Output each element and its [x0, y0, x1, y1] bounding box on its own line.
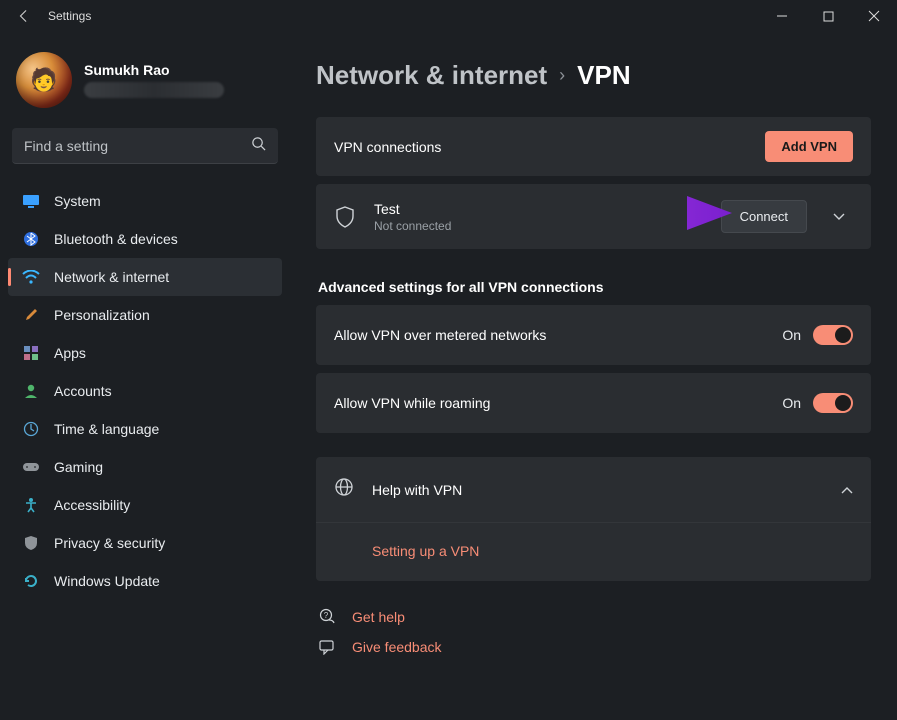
- toggle-metered-row: Allow VPN over metered networks On: [316, 305, 871, 365]
- main-content: Network & internet › VPN VPN connections…: [290, 32, 897, 720]
- sidebar-item-label: Accessibility: [54, 497, 130, 513]
- help-header[interactable]: Help with VPN: [316, 457, 871, 522]
- wifi-icon: [22, 268, 40, 286]
- profile-block[interactable]: 🧑 Sumukh Rao: [8, 42, 282, 124]
- sidebar-item-network[interactable]: Network & internet: [8, 258, 282, 296]
- sidebar-item-accounts[interactable]: Accounts: [8, 372, 282, 410]
- toggle-metered[interactable]: [813, 325, 853, 345]
- nav-list: System Bluetooth & devices Network & int…: [8, 182, 282, 600]
- close-button[interactable]: [851, 0, 897, 32]
- vpn-status: Not connected: [374, 219, 703, 233]
- give-feedback-label: Give feedback: [352, 639, 442, 655]
- shield-icon: [334, 206, 356, 228]
- gamepad-icon: [22, 458, 40, 476]
- connect-button[interactable]: Connect: [721, 200, 807, 233]
- sidebar-item-label: Time & language: [54, 421, 159, 437]
- sidebar-item-apps[interactable]: Apps: [8, 334, 282, 372]
- maximize-icon: [823, 11, 834, 22]
- minimize-button[interactable]: [759, 0, 805, 32]
- window-controls: [759, 0, 897, 32]
- accessibility-icon: [22, 496, 40, 514]
- footer-links: ? Get help Give feedback: [316, 601, 871, 662]
- chevron-down-icon: [833, 213, 845, 221]
- chevron-up-icon: [841, 486, 853, 494]
- shield-small-icon: [22, 534, 40, 552]
- collapse-help-button[interactable]: [841, 481, 853, 499]
- toggle-label: Allow VPN while roaming: [334, 395, 782, 411]
- sidebar-item-privacy[interactable]: Privacy & security: [8, 524, 282, 562]
- sidebar-item-windows-update[interactable]: Windows Update: [8, 562, 282, 600]
- window-title: Settings: [48, 9, 91, 23]
- sidebar: 🧑 Sumukh Rao Find a setting System Bluet…: [0, 32, 290, 720]
- paintbrush-icon: [22, 306, 40, 324]
- breadcrumb-parent[interactable]: Network & internet: [316, 60, 547, 91]
- help-title: Help with VPN: [372, 482, 823, 498]
- profile-email-blur: [84, 82, 224, 98]
- vpn-item-row: Test Not connected Connect: [316, 184, 871, 249]
- person-icon: [22, 382, 40, 400]
- sidebar-item-gaming[interactable]: Gaming: [8, 448, 282, 486]
- toggle-state: On: [782, 327, 801, 343]
- sidebar-item-system[interactable]: System: [8, 182, 282, 220]
- expand-vpn-button[interactable]: [825, 209, 853, 224]
- add-vpn-button[interactable]: Add VPN: [765, 131, 853, 162]
- search-placeholder: Find a setting: [24, 138, 251, 154]
- sidebar-item-label: Privacy & security: [54, 535, 165, 551]
- toggle-roaming[interactable]: [813, 393, 853, 413]
- apps-icon: [22, 344, 40, 362]
- toggle-label: Allow VPN over metered networks: [334, 327, 782, 343]
- search-icon: [251, 136, 266, 155]
- arrow-left-icon: [17, 9, 31, 23]
- toggle-state: On: [782, 395, 801, 411]
- vpn-connections-card: VPN connections Add VPN: [316, 117, 871, 176]
- sidebar-item-time-language[interactable]: Time & language: [8, 410, 282, 448]
- update-icon: [22, 572, 40, 590]
- minimize-icon: [776, 10, 788, 22]
- breadcrumb: Network & internet › VPN: [316, 60, 871, 91]
- get-help-label: Get help: [352, 609, 405, 625]
- give-feedback-link[interactable]: Give feedback: [318, 632, 871, 662]
- globe-help-icon: [334, 477, 354, 502]
- sidebar-item-label: Network & internet: [54, 269, 169, 285]
- sidebar-item-label: Accounts: [54, 383, 112, 399]
- bluetooth-icon: [22, 230, 40, 248]
- sidebar-item-label: Personalization: [54, 307, 150, 323]
- sidebar-item-label: System: [54, 193, 101, 209]
- feedback-icon: [318, 640, 336, 655]
- advanced-heading: Advanced settings for all VPN connection…: [318, 279, 871, 295]
- chevron-right-icon: ›: [559, 65, 565, 86]
- sidebar-item-label: Bluetooth & devices: [54, 231, 178, 247]
- title-bar: Settings: [0, 0, 897, 32]
- sidebar-item-label: Gaming: [54, 459, 103, 475]
- get-help-link[interactable]: ? Get help: [318, 601, 871, 632]
- sidebar-item-label: Windows Update: [54, 573, 160, 589]
- sidebar-item-label: Apps: [54, 345, 86, 361]
- help-link-setting-up[interactable]: Setting up a VPN: [372, 543, 479, 559]
- search-input[interactable]: Find a setting: [12, 128, 278, 164]
- profile-name: Sumukh Rao: [84, 62, 224, 78]
- svg-text:?: ?: [323, 611, 328, 620]
- sidebar-item-bluetooth[interactable]: Bluetooth & devices: [8, 220, 282, 258]
- sidebar-item-accessibility[interactable]: Accessibility: [8, 486, 282, 524]
- breadcrumb-current: VPN: [577, 60, 630, 91]
- clock-globe-icon: [22, 420, 40, 438]
- vpn-connections-heading: VPN connections: [334, 139, 765, 155]
- sidebar-item-personalization[interactable]: Personalization: [8, 296, 282, 334]
- help-card: Help with VPN Setting up a VPN: [316, 457, 871, 581]
- avatar: 🧑: [16, 52, 72, 108]
- maximize-button[interactable]: [805, 0, 851, 32]
- vpn-name: Test: [374, 201, 703, 217]
- display-icon: [22, 192, 40, 210]
- close-icon: [868, 10, 880, 22]
- help-chat-icon: ?: [318, 608, 336, 625]
- back-button[interactable]: [4, 9, 44, 23]
- toggle-roaming-row: Allow VPN while roaming On: [316, 373, 871, 433]
